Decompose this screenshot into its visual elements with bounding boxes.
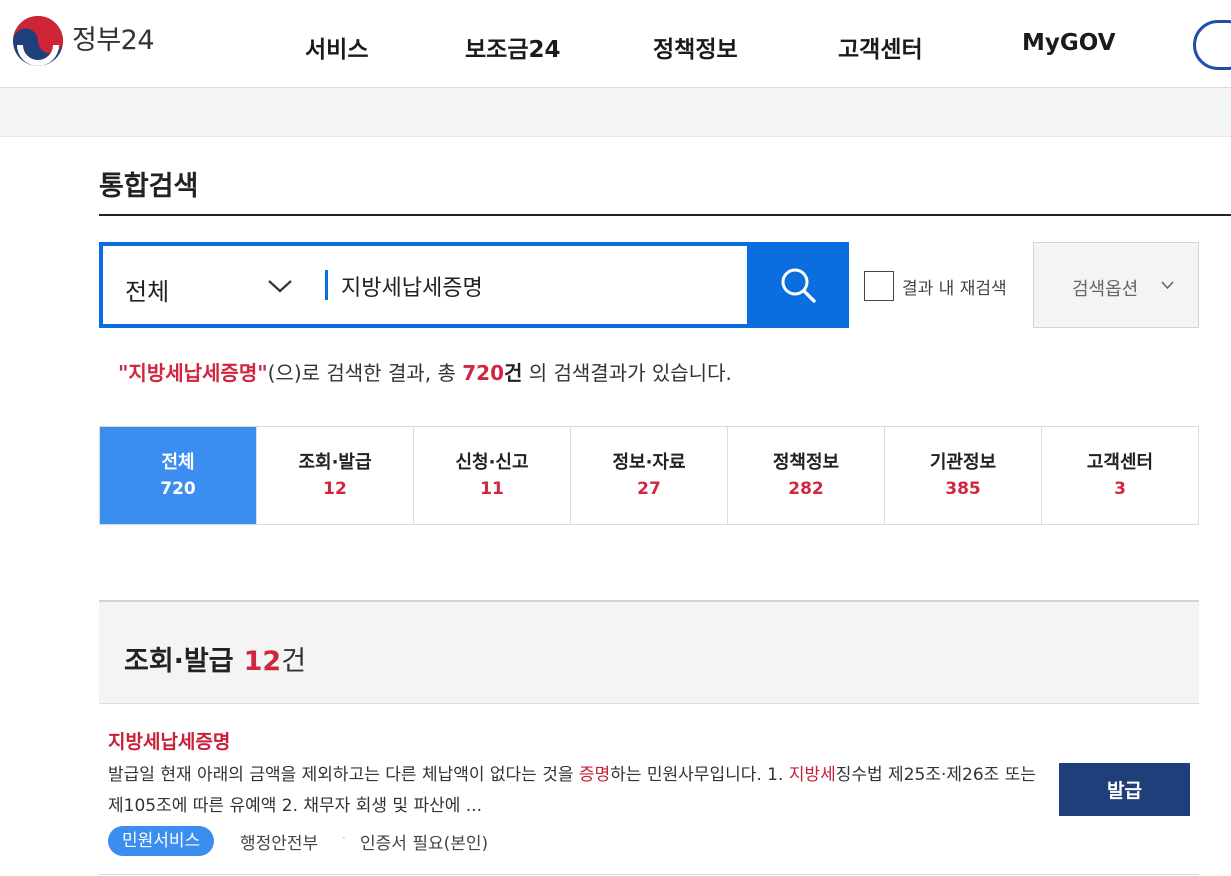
search-box: 전체 bbox=[99, 242, 849, 328]
chevron-down-icon bbox=[1161, 281, 1174, 290]
search-input[interactable] bbox=[341, 260, 741, 312]
service-type-badge: 민원서비스 bbox=[108, 826, 215, 856]
tab-label: 전체 bbox=[161, 451, 195, 473]
title-divider bbox=[99, 214, 1231, 216]
nav-mygov[interactable]: MyGOV bbox=[1022, 30, 1116, 56]
tab-count: 282 bbox=[788, 478, 824, 499]
search-summary: "지방세납세증명"(으)로 검색한 결과, 총 720건 의 검색결과가 있습니… bbox=[118, 357, 732, 386]
summary-text-2: 의 검색결과가 있습니다. bbox=[522, 361, 732, 385]
tab-label: 정보·자료 bbox=[612, 451, 686, 473]
tab-label: 고객센터 bbox=[1086, 451, 1154, 473]
recheck-label: 결과 내 재검색 bbox=[902, 279, 1007, 299]
category-tabs: 전체 720 조회·발급 12 신청·신고 11 정보·자료 27 정책정보 2… bbox=[99, 426, 1199, 525]
page-title: 통합검색 bbox=[99, 171, 199, 202]
header-login-button[interactable] bbox=[1193, 20, 1231, 70]
summary-unit: 건 bbox=[503, 361, 523, 385]
search-options-button[interactable]: 검색옵션 bbox=[1033, 242, 1199, 328]
tab-count: 27 bbox=[637, 478, 661, 499]
desc-part: 하는 민원사무입니다. 1. bbox=[610, 765, 789, 785]
summary-keyword: "지방세납세증명" bbox=[118, 361, 268, 385]
recheck-checkbox[interactable] bbox=[864, 271, 894, 301]
site-logo[interactable]: 정부24 bbox=[12, 15, 155, 67]
tab-agency-info[interactable]: 기관정보 385 bbox=[885, 427, 1042, 524]
tab-inquiry-issue[interactable]: 조회·발급 12 bbox=[257, 427, 414, 524]
result-divider bbox=[99, 874, 1199, 875]
nav-customer-center[interactable]: 고객센터 bbox=[838, 30, 923, 64]
search-scope-select[interactable]: 전체 bbox=[125, 272, 169, 307]
tab-label: 기관정보 bbox=[929, 451, 997, 473]
nav-service[interactable]: 서비스 bbox=[305, 30, 368, 64]
tab-all[interactable]: 전체 720 bbox=[100, 427, 257, 524]
section-title: 조회·발급 12건 bbox=[124, 639, 306, 678]
result-agency: 행정안전부 bbox=[240, 834, 319, 854]
tab-count: 385 bbox=[945, 478, 981, 499]
logo-text: 정부24 bbox=[72, 25, 155, 56]
search-icon bbox=[781, 268, 816, 303]
tab-apply-report[interactable]: 신청·신고 11 bbox=[414, 427, 571, 524]
site-header: 정부24 서비스 보조금24 정책정보 고객센터 MyGOV bbox=[0, 0, 1231, 88]
result-cert-requirement: 인증서 필요(본인) bbox=[360, 834, 489, 854]
result-title-link[interactable]: 지방세납세증명 bbox=[108, 727, 230, 754]
desc-highlight: 증명 bbox=[578, 765, 611, 785]
tab-count: 11 bbox=[480, 478, 504, 499]
search-button[interactable] bbox=[747, 242, 849, 328]
desc-highlight: 지방세 bbox=[788, 765, 836, 785]
tab-customer-center[interactable]: 고객센터 3 bbox=[1042, 427, 1198, 524]
search-options-label: 검색옵션 bbox=[1072, 279, 1139, 300]
tab-count: 720 bbox=[160, 478, 196, 499]
summary-text-1: (으)로 검색한 결과, 총 bbox=[267, 361, 463, 385]
nav-policy-info[interactable]: 정책정보 bbox=[653, 30, 738, 64]
tab-policy-info[interactable]: 정책정보 282 bbox=[728, 427, 885, 524]
result-description: 발급일 현재 아래의 금액을 제외하고는 다른 체납액이 없다는 것을 증명하는… bbox=[108, 760, 1038, 822]
tab-label: 정책정보 bbox=[772, 451, 840, 473]
chevron-down-icon[interactable] bbox=[266, 276, 294, 296]
tab-label: 조회·발급 bbox=[298, 451, 372, 473]
taegeuk-logo-icon bbox=[13, 16, 63, 66]
nav-subsidy24[interactable]: 보조금24 bbox=[465, 30, 561, 64]
section-header: 조회·발급 12건 bbox=[99, 600, 1199, 704]
section-title-text: 조회·발급 bbox=[124, 646, 234, 677]
tab-count: 3 bbox=[1114, 478, 1126, 499]
sub-header-band bbox=[0, 89, 1231, 137]
issue-button[interactable]: 발급 bbox=[1059, 763, 1190, 816]
summary-count: 720 bbox=[462, 361, 504, 385]
section-count: 12 bbox=[243, 646, 282, 677]
tab-count: 12 bbox=[323, 478, 347, 499]
search-divider bbox=[325, 270, 328, 300]
desc-part: 발급일 현재 아래의 금액을 제외하고는 다른 체납액이 없다는 것을 bbox=[108, 765, 579, 785]
section-unit: 건 bbox=[281, 646, 307, 677]
tab-info-data[interactable]: 정보·자료 27 bbox=[571, 427, 728, 524]
meta-separator: · bbox=[342, 831, 346, 845]
tab-label: 신청·신고 bbox=[455, 451, 529, 473]
